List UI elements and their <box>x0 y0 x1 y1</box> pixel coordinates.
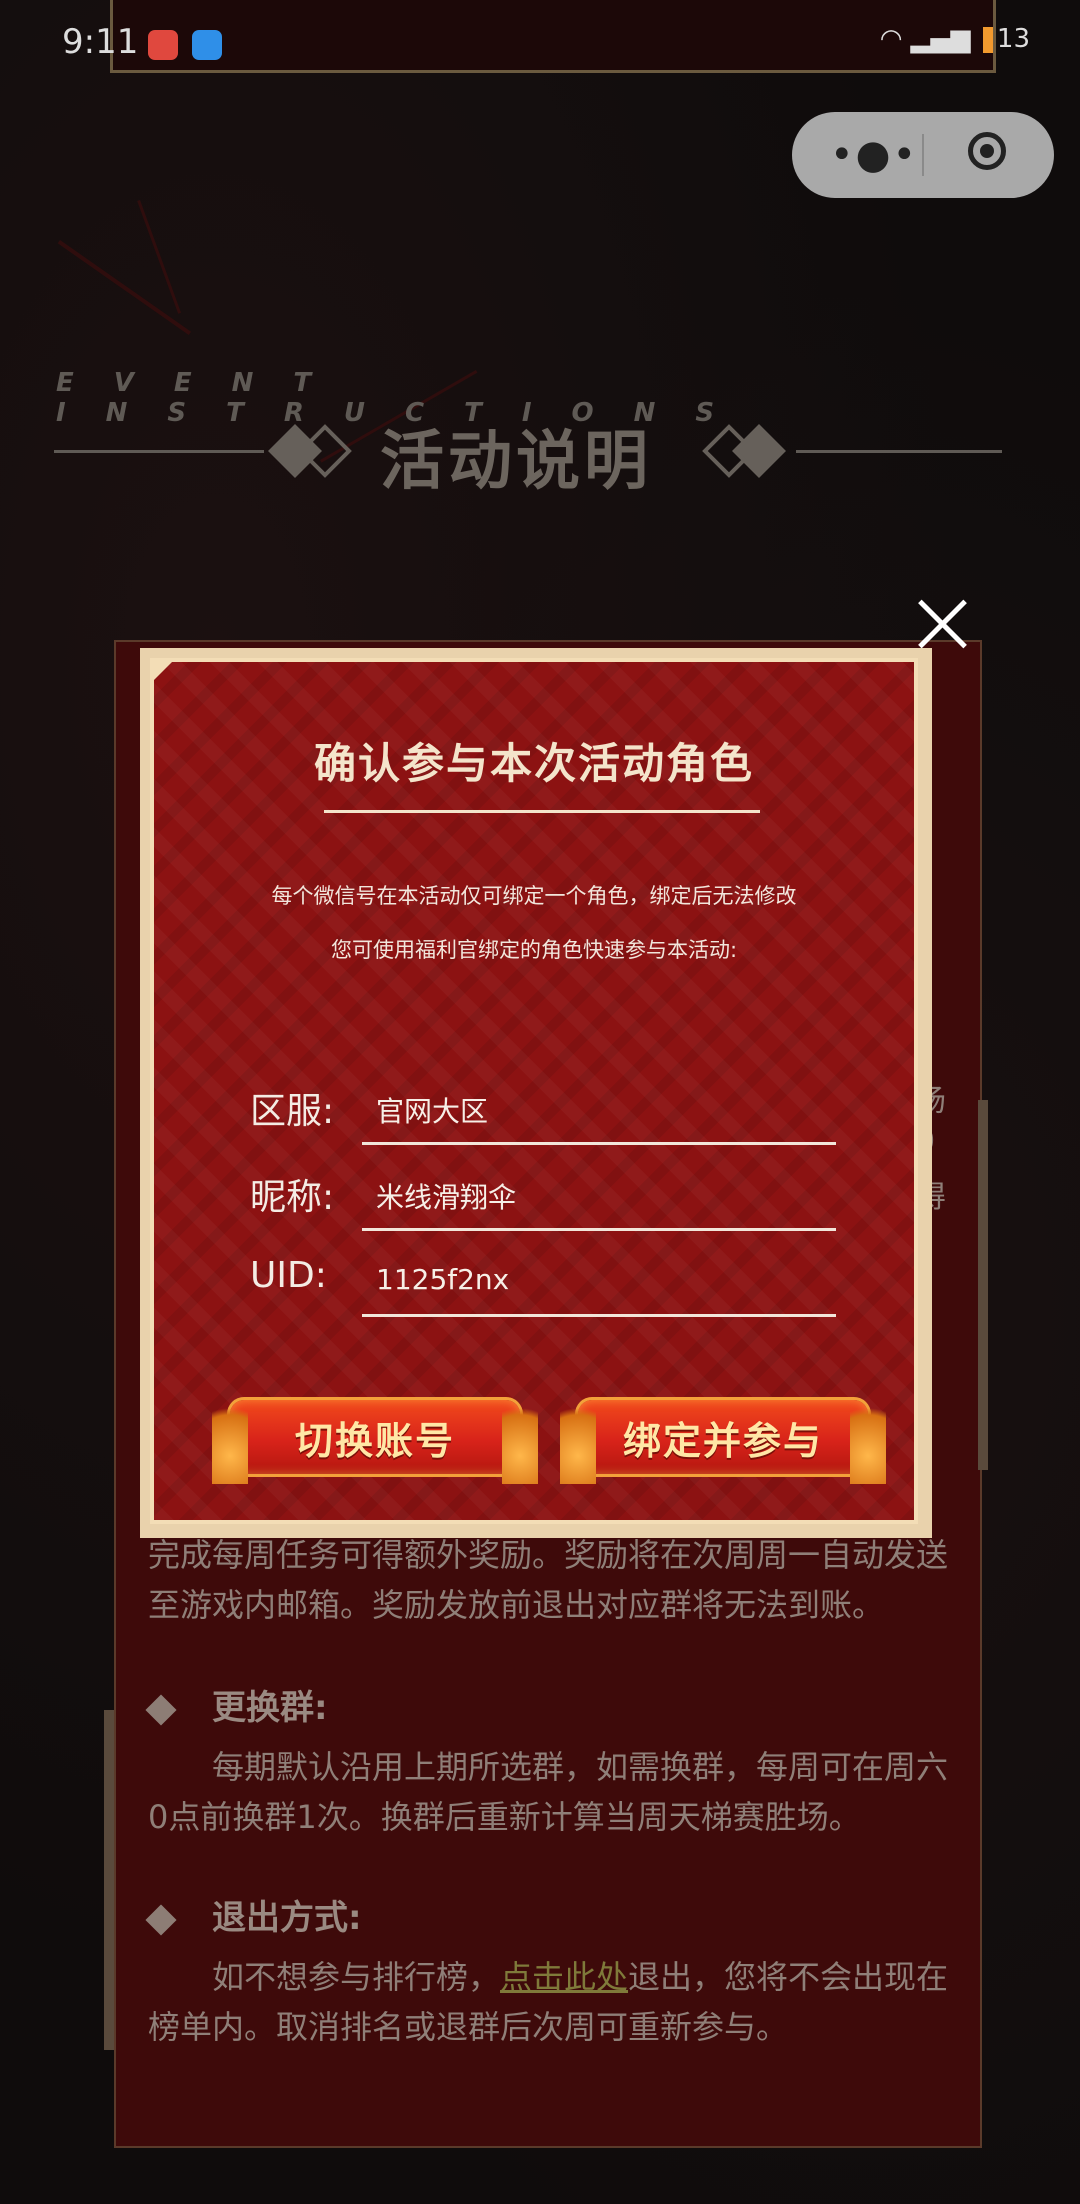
bind-and-join-button[interactable]: 绑定并参与 <box>560 1390 886 1484</box>
status-right-indicators: ◠ ▂▄▆ 13 <box>880 24 1030 54</box>
modal-note-binding-rule: 每个微信号在本活动仅可绑定一个角色，绑定后无法修改 <box>271 884 797 908</box>
role-confirm-modal: 确认参与本次活动角色 每个微信号在本活动仅可绑定一个角色，绑定后无法修改 您可使… <box>150 658 918 1524</box>
modal-corner-decoration <box>150 658 176 684</box>
miniprogram-capsule: •●• <box>792 112 1054 198</box>
exit-title: 退出方式: <box>212 1898 362 1938</box>
uid-underline <box>362 1314 836 1317</box>
more-options-button[interactable]: •●• <box>830 132 918 178</box>
server-label: 区服: <box>250 1091 335 1132</box>
title-underline <box>324 810 760 813</box>
capsule-divider <box>922 134 924 176</box>
weekly-reward-text: 完成每周任务可得额外奖励。奖励将在次周周一自动发送至游戏内邮箱。奖励发放前退出对… <box>148 1536 949 1624</box>
flame-icon <box>212 1390 248 1484</box>
nickname-label: 昵称: <box>250 1177 335 1218</box>
section-heading: 活动说明 <box>0 410 1080 500</box>
flame-icon <box>850 1390 886 1484</box>
exit-heading: 退出方式: <box>145 1890 362 1939</box>
bullet-diamond-icon <box>145 1693 177 1726</box>
exit-text: 如不想参与排行榜，点击此处退出，您将不会出现在榜单内。取消排名或退群后次周可重新… <box>148 1952 958 2052</box>
nickname-underline <box>362 1228 836 1231</box>
message-app-icon <box>192 30 222 60</box>
uid-value: 1125f2nx <box>376 1263 510 1296</box>
status-bar: 9:11 ◠ ▂▄▆ 13 <box>0 20 1080 72</box>
status-time: 9:11 <box>62 22 139 62</box>
notification-app-icon <box>148 30 178 60</box>
bind-and-join-label: 绑定并参与 <box>622 1418 823 1463</box>
signal-icon: ▂▄▆ <box>910 24 971 54</box>
flame-icon <box>560 1390 596 1484</box>
change-group-title: 更换群: <box>212 1688 328 1728</box>
uid-label: UID: <box>250 1255 327 1296</box>
heading-divider-right <box>796 450 1002 453</box>
close-miniprogram-button[interactable] <box>968 132 1006 170</box>
battery-icon <box>982 26 993 53</box>
change-group-text: 每期默认沿用上期所选群，如需换群，每周可在周六0点前换群1次。换群后重新计算当周… <box>148 1748 949 1836</box>
change-group-heading: 更换群: <box>145 1680 328 1729</box>
panel-edge <box>978 1100 988 1470</box>
modal-title: 确认参与本次活动角色 <box>313 739 754 788</box>
server-underline <box>362 1142 836 1145</box>
bullet-diamond-icon <box>145 1903 177 1936</box>
page-title: 活动说明 <box>380 425 652 499</box>
diamond-icon <box>732 424 786 478</box>
server-value: 官网大区 <box>376 1095 489 1128</box>
wifi-icon: ◠ <box>879 24 903 54</box>
switch-account-label: 切换账号 <box>294 1418 455 1463</box>
exit-text-before: 如不想参与排行榜， <box>212 1958 501 1996</box>
switch-account-button[interactable]: 切换账号 <box>212 1390 538 1484</box>
heading-divider-left <box>54 450 264 453</box>
close-modal-button[interactable] <box>914 596 970 652</box>
panel-edge <box>104 1710 114 2050</box>
battery-level: 13 <box>996 24 1030 54</box>
modal-note-quick-join: 您可使用福利官绑定的角色快速参与本活动: <box>330 938 738 962</box>
nickname-value: 米线滑翔伞 <box>376 1181 517 1214</box>
exit-link[interactable]: 点击此处 <box>500 1958 628 1996</box>
flame-icon <box>502 1390 538 1484</box>
diamond-icon <box>298 424 352 478</box>
